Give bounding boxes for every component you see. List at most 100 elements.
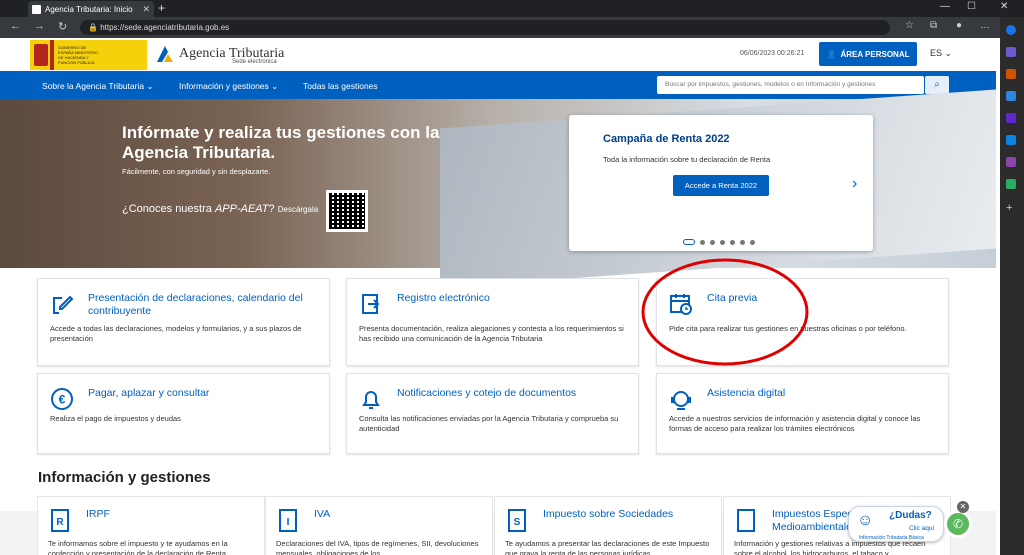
- games-icon[interactable]: [1006, 113, 1016, 123]
- area-personal-label: ÁREA PERSONAL: [840, 49, 910, 59]
- hero-subtitle: Fácilmente, con seguridad y sin desplaza…: [122, 167, 271, 176]
- assistant-icon: ☺: [857, 512, 874, 529]
- nav-sobre-label: Sobre la Agencia Tributaria: [42, 81, 145, 91]
- renta-slide-card: Campaña de Renta 2022 Toda la informació…: [569, 115, 873, 251]
- info-card-title: IRPF: [86, 508, 110, 520]
- tag-icon[interactable]: [1006, 47, 1016, 57]
- red-circle-annotation: [641, 258, 809, 366]
- address-bar-row: ← → ↻ 🔒 https://sede.agenciatributaria.g…: [0, 17, 1024, 38]
- app-download[interactable]: Descárgala: [278, 205, 318, 214]
- quick-card-desc: Consulta las notificaciones enviadas por…: [359, 414, 619, 433]
- tab-title: Agencia Tributaria: Inicio: [45, 4, 133, 14]
- hero-title: Infórmate y realiza tus gestiones con la…: [122, 123, 440, 162]
- carousel-dot[interactable]: [750, 239, 755, 245]
- info-card[interactable]: S Impuesto sobre Sociedades Te ayudamos …: [494, 496, 722, 555]
- office-icon[interactable]: [1006, 157, 1016, 167]
- language-selector[interactable]: ES ⌄: [930, 48, 952, 59]
- info-section-title: Información y gestiones: [38, 469, 211, 486]
- renta-button[interactable]: Accede a Renta 2022: [673, 175, 769, 196]
- language-label: ES: [930, 48, 943, 58]
- coat-of-arms-icon: [34, 44, 48, 66]
- tax-doc-icon: R: [51, 509, 69, 532]
- outlook-icon[interactable]: [1006, 135, 1016, 145]
- info-card[interactable]: I IVA Declaraciones del IVA, tipos de re…: [265, 496, 493, 555]
- flag-stripe: [50, 40, 54, 70]
- add-sidebar-icon[interactable]: +: [1006, 203, 1016, 214]
- carousel-dot[interactable]: [683, 239, 695, 245]
- info-card-desc: Te ayudamos a presentar las declaracione…: [505, 539, 710, 555]
- register-arrow-icon: [359, 292, 383, 316]
- euro-icon: €: [50, 387, 74, 411]
- favorites-icon[interactable]: ☆: [905, 20, 914, 31]
- app-q2: ?: [268, 203, 278, 215]
- profile-icon[interactable]: ●: [956, 20, 962, 31]
- svg-text:I: I: [287, 517, 290, 528]
- url-text: https://sede.agenciatributaria.gob.es: [100, 23, 230, 32]
- minimize-icon[interactable]: —: [940, 1, 950, 12]
- shopping-icon[interactable]: [1006, 69, 1016, 79]
- nav-informacion[interactable]: Información y gestiones ⌄: [179, 81, 278, 92]
- browser-tab[interactable]: Agencia Tributaria: Inicio ✕: [28, 1, 154, 17]
- info-card-title: IVA: [314, 508, 331, 520]
- dudas-link[interactable]: Clic aquí: [909, 525, 934, 532]
- edge-sidebar: +: [1000, 17, 1024, 555]
- datetime: 06/06/2023 00:26:21: [740, 50, 805, 57]
- carousel-dot[interactable]: [720, 239, 725, 245]
- quick-card-desc: Realiza el pago de impuestos y deudas: [50, 414, 181, 423]
- url-input[interactable]: 🔒 https://sede.agenciatributaria.gob.es: [80, 20, 890, 35]
- dudas-sub: Información Tributaria Básica: [859, 535, 924, 541]
- gobierno-logo[interactable]: GOBIERNO DE ESPAÑA MINISTERIO DE HACIEND…: [30, 40, 147, 70]
- aeat-mark-icon: [157, 46, 173, 62]
- close-tab-icon[interactable]: ✕: [142, 4, 150, 15]
- nav-informacion-label: Información y gestiones: [179, 81, 269, 91]
- bing-icon[interactable]: [1006, 25, 1016, 35]
- carousel-dot[interactable]: [700, 239, 705, 245]
- quick-card[interactable]: € Pagar, aplazar y consultar Realiza el …: [37, 373, 330, 454]
- carousel-dot[interactable]: [740, 239, 745, 245]
- app-q1: ¿Conoces nuestra: [122, 203, 215, 215]
- quick-card-desc: Presenta documentación, realiza alegacio…: [359, 324, 624, 343]
- chevron-down-icon: ⌄: [944, 48, 953, 58]
- info-card-desc: Te informamos sobre el impuesto y te ayu…: [48, 539, 228, 555]
- info-card[interactable]: R IRPF Te informamos sobre el impuesto y…: [37, 496, 265, 555]
- slide-title: Campaña de Renta 2022: [603, 133, 730, 145]
- close-chat-icon[interactable]: ✕: [957, 501, 969, 513]
- search-button[interactable]: ⌕: [925, 76, 949, 94]
- quick-card-title: Notificaciones y cotejo de documentos: [397, 387, 577, 399]
- user-icon: 👤: [826, 49, 837, 59]
- search-input[interactable]: Buscar por impuestos, gestiones, modelos…: [657, 76, 924, 94]
- carousel-dot[interactable]: [730, 239, 735, 245]
- svg-text:€: €: [59, 393, 66, 407]
- nav-todas[interactable]: Todas las gestiones: [303, 81, 378, 91]
- carousel-next-icon[interactable]: ›: [852, 175, 857, 193]
- quick-card[interactable]: Registro electrónico Presenta documentac…: [346, 278, 639, 366]
- carousel-dots: [683, 239, 755, 245]
- nav-sobre[interactable]: Sobre la Agencia Tributaria ⌄: [42, 81, 154, 92]
- quick-card[interactable]: Presentación de declaraciones, calendari…: [37, 278, 330, 366]
- area-personal-button[interactable]: 👤 ÁREA PERSONAL: [819, 42, 917, 66]
- app-name: APP-AEAT: [214, 203, 269, 215]
- tools-icon[interactable]: [1006, 91, 1016, 101]
- window-close-icon[interactable]: ✕: [1000, 1, 1008, 12]
- app-promo: ¿Conoces nuestra APP-AEAT? Descárgala: [122, 203, 318, 215]
- dudas-chat-widget[interactable]: ☺ ¿Dudas? Clic aquí Información Tributar…: [848, 506, 944, 542]
- carousel-dot[interactable]: [710, 239, 715, 245]
- browser-tab-bar: Agencia Tributaria: Inicio ✕ + — ☐ ✕: [0, 0, 1024, 17]
- reload-icon[interactable]: ↻: [58, 20, 67, 33]
- collections-icon[interactable]: ⧉: [930, 20, 937, 31]
- quick-card-title: Registro electrónico: [397, 292, 490, 304]
- quick-card-title: Asistencia digital: [707, 387, 786, 399]
- more-icon[interactable]: …: [980, 20, 990, 31]
- back-icon[interactable]: ←: [10, 20, 21, 32]
- forward-icon[interactable]: →: [34, 20, 45, 32]
- quick-card-desc: Accede a todas las declaraciones, modelo…: [50, 324, 302, 343]
- new-tab-icon[interactable]: +: [158, 1, 165, 15]
- hero-banner: Infórmate y realiza tus gestiones con la…: [0, 89, 996, 288]
- quick-card[interactable]: Notificaciones y cotejo de documentos Co…: [346, 373, 639, 454]
- search-icon: ⌕: [934, 79, 940, 90]
- qr-code[interactable]: [326, 190, 368, 232]
- maximize-icon[interactable]: ☐: [967, 1, 976, 12]
- phone-icon[interactable]: ✆: [944, 510, 972, 538]
- drop-icon[interactable]: [1006, 179, 1016, 189]
- quick-card[interactable]: Asistencia digital Accede a nuestros ser…: [656, 373, 949, 454]
